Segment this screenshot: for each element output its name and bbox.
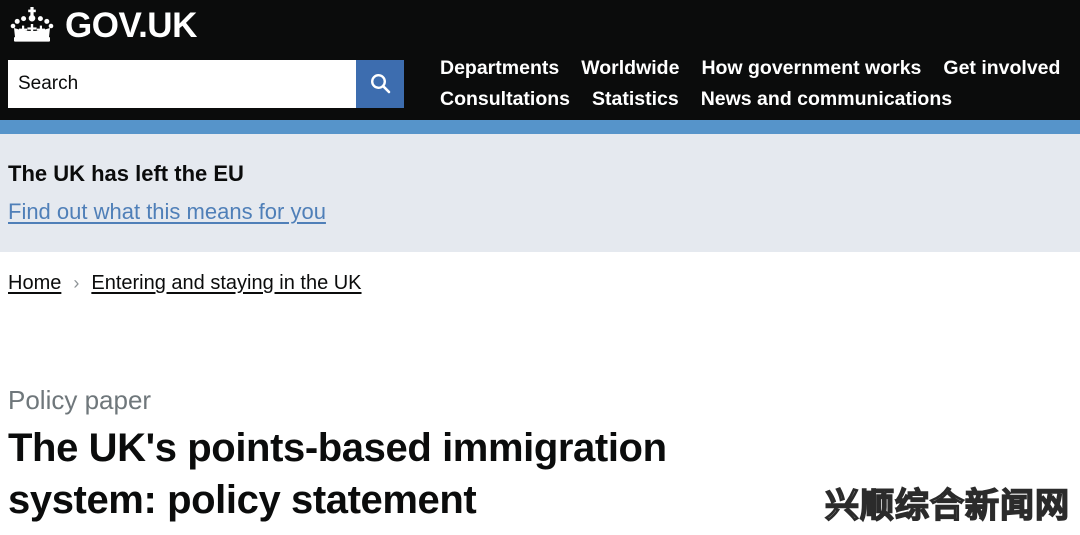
nav-link-statistics[interactable]: Statistics bbox=[592, 85, 679, 113]
document-type-label: Policy paper bbox=[8, 385, 152, 415]
eu-banner-link[interactable]: Find out what this means for you bbox=[8, 198, 326, 226]
crown-icon bbox=[8, 6, 56, 46]
breadcrumb-item-entering-and-staying-in-the-uk[interactable]: Entering and staying in the UK bbox=[91, 270, 361, 296]
search-form[interactable] bbox=[8, 60, 404, 108]
primary-navigation: Departments Worldwide How government wor… bbox=[440, 54, 1080, 113]
breadcrumb: Home › Entering and staying in the UK bbox=[8, 270, 362, 296]
eu-exit-banner: The UK has left the EU Find out what thi… bbox=[0, 134, 1080, 252]
search-icon bbox=[368, 71, 392, 98]
breadcrumb-item-home[interactable]: Home bbox=[8, 270, 61, 296]
nav-link-news-and-communications[interactable]: News and communications bbox=[701, 85, 952, 113]
nav-link-consultations[interactable]: Consultations bbox=[440, 85, 570, 113]
watermark: 兴顺综合新闻网 bbox=[824, 485, 1070, 527]
nav-link-get-involved[interactable]: Get involved bbox=[943, 54, 1060, 82]
nav-row-1: Departments Worldwide How government wor… bbox=[440, 54, 1080, 82]
nav-link-how-government-works[interactable]: How government works bbox=[701, 54, 921, 82]
gov-uk-brand[interactable]: GOV.UK bbox=[8, 6, 197, 46]
brand-wordmark: GOV.UK bbox=[65, 6, 197, 45]
eu-banner-title: The UK has left the EU bbox=[8, 161, 244, 186]
page-title: The UK's points-based immigration system… bbox=[8, 426, 667, 522]
site-header: GOV.UK Departments Worldwide How governm… bbox=[0, 0, 1080, 120]
chevron-right-icon: › bbox=[73, 273, 80, 293]
header-accent-stripe bbox=[0, 120, 1080, 134]
nav-link-departments[interactable]: Departments bbox=[440, 54, 559, 82]
nav-row-2: Consultations Statistics News and commun… bbox=[440, 85, 1080, 113]
search-button[interactable] bbox=[356, 60, 404, 108]
search-input[interactable] bbox=[8, 60, 356, 108]
nav-link-worldwide[interactable]: Worldwide bbox=[581, 54, 679, 82]
